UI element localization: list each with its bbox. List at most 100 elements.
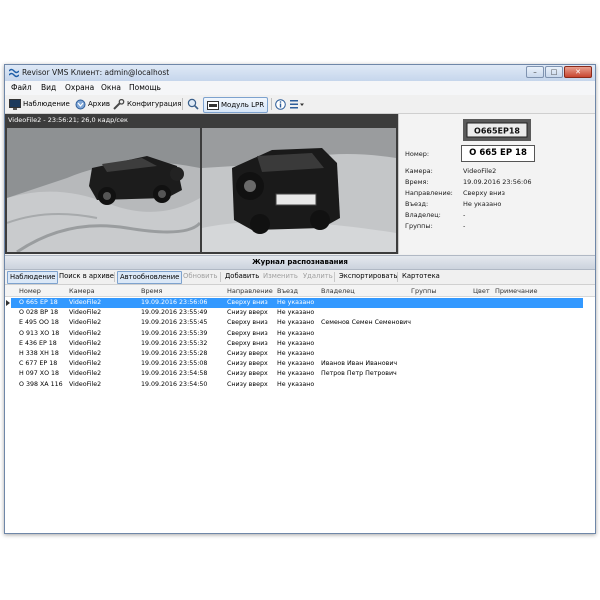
cell-entry: Не указано [277,329,315,337]
journal-toolbar: Наблюдение Поиск в архиве Автообновление… [5,270,595,285]
toolbar-separator [271,98,272,110]
menu-help[interactable]: Помощь [129,83,161,92]
archive-icon [75,99,86,109]
lpr-module-label: Модуль LPR [221,101,265,109]
camera-view-2[interactable] [202,128,396,252]
column-header-owner[interactable]: Владелец [321,287,355,295]
cell-direction: Снизу вверх [227,360,268,368]
table-row[interactable]: О 028 ВР 18 VideoFile2 19.09.2016 23:55:49… [11,308,583,318]
search-button[interactable] [187,97,201,111]
menu-windows[interactable]: Окна [101,83,121,92]
license-plate-icon [207,100,219,110]
table-row[interactable]: О 398 ХА 116 VideoFile2 19.09.2016 23:54:5… [11,380,583,390]
info-label-time: Время: [405,178,429,186]
video-stream-label: VideoFile2 - 23:56:21; 26,0 кадр/сек [8,116,128,124]
info-value-time: 19.09.2016 23:56:06 [463,178,532,186]
add-button[interactable]: Добавить [223,271,261,282]
info-label-groups: Группы: [405,222,433,230]
cell-number: Е 436 ЕР 18 [19,339,57,347]
cell-camera: VideoFile2 [69,339,102,347]
cell-number: О 028 ВР 18 [19,309,59,317]
cell-number: Н 338 ХН 18 [19,350,59,357]
maximize-button[interactable]: □ [545,66,563,78]
menu-view[interactable]: Вид [41,83,56,92]
table-row[interactable]: О 913 ХО 18 VideoFile2 19.09.2016 23:55:39… [11,329,583,339]
info-value-groups: - [463,222,466,230]
journal-toolbar-separator [397,272,398,282]
cell-entry: Не указано [277,299,315,306]
cell-entry: Не указано [277,380,315,388]
table-row[interactable]: С 677 ЕР 18 VideoFile2 19.09.2016 23:55:08… [11,359,583,369]
autoupdate-button[interactable]: Автообновление [117,271,183,284]
journal-monitor-button[interactable]: Наблюдение [7,271,59,284]
cell-entry: Не указано [277,309,315,317]
cell-owner: Иванов Иван Иванович [321,360,398,368]
monitor-button-label: Наблюдение [23,100,70,108]
archive-button-label: Архив [88,100,111,108]
cell-direction: Снизу вверх [227,350,268,357]
info-icon [275,98,286,110]
layout-menu-button[interactable] [290,97,307,111]
config-button-label: Конфигурация [127,100,182,108]
toolbar-separator [182,98,183,110]
cell-time: 19.09.2016 23:55:08 [141,360,208,368]
column-header-entry[interactable]: Въезд [277,287,298,295]
column-header-camera[interactable]: Камера [69,287,95,295]
info-value-entry: Не указано [463,200,502,208]
video-area: VideoFile2 - 23:56:21; 26,0 кадр/сек [5,114,398,254]
info-value-camera: VideoFile2 [463,167,497,175]
monitor-button[interactable]: Наблюдение [9,97,70,111]
cell-direction: Снизу вверх [227,380,268,388]
export-button[interactable]: Экспортировать [337,271,400,282]
main-toolbar: Наблюдение Архив Конфигурация Модуль LPR [5,95,595,114]
cell-direction: Сверху вниз [227,329,268,337]
title-bar[interactable]: Revisor VMS Клиент: admin@localhost – □ … [5,65,595,82]
delete-button[interactable]: Удалить [301,271,335,282]
table-row[interactable]: О 665 ЕР 18 VideoFile2 19.09.2016 23:56:06… [6,298,583,308]
cell-number: О 665 ЕР 18 [19,299,58,306]
archive-button[interactable]: Архив [75,97,110,111]
cell-owner: Семенов Семен Семенович [321,319,411,327]
cell-camera: VideoFile2 [69,350,102,357]
journal-toolbar-separator [220,272,221,282]
cell-direction: Сверху вниз [227,319,268,327]
cell-camera: VideoFile2 [69,360,102,368]
minimize-button[interactable]: – [526,66,544,78]
config-button[interactable]: Конфигурация [113,97,181,111]
menu-file[interactable]: Файл [11,83,32,92]
recognition-journal-table: Номер Камера Время Направление Въезд Вла… [5,285,595,533]
info-button[interactable] [275,97,288,111]
cell-time: 19.09.2016 23:56:06 [141,299,208,306]
cell-direction: Сверху вниз [227,299,268,306]
column-header-groups[interactable]: Группы [411,287,437,295]
table-row[interactable]: Н 097 ХО 18 VideoFile2 19.09.2016 23:54:58… [11,369,583,379]
cell-number: Е 495 ОО 18 [19,319,59,327]
table-row[interactable]: Е 495 ОО 18 VideoFile2 19.09.2016 23:55:45… [11,318,583,328]
journal-archive-search-button[interactable]: Поиск в архиве [57,271,116,282]
menu-security[interactable]: Охрана [65,83,94,92]
plate-snapshot-text: О665ЕР18 [474,127,520,136]
plate-snapshot-image: О665ЕР18 [463,119,531,141]
app-window: Revisor VMS Клиент: admin@localhost – □ … [4,64,596,534]
camera-view-1[interactable] [7,128,200,252]
cell-direction: Снизу вверх [227,309,268,317]
column-header-color[interactable]: Цвет [473,287,490,295]
edit-button[interactable]: Изменить [261,271,300,282]
column-header-direction[interactable]: Направление [227,287,273,295]
column-header-note[interactable]: Примечание [495,287,537,295]
app-logo-icon [9,68,19,78]
journal-title: Журнал распознавания [5,255,595,270]
close-button[interactable]: ✕ [564,66,592,78]
table-row[interactable]: Е 436 ЕР 18 VideoFile2 19.09.2016 23:55:32… [11,339,583,349]
cell-time: 19.09.2016 23:55:39 [141,329,208,337]
info-label-number: Номер: [405,150,430,158]
column-header-time[interactable]: Время [141,287,162,295]
lpr-module-button[interactable]: Модуль LPR [203,97,269,113]
refresh-button[interactable]: Обновить [181,271,220,282]
column-header-number[interactable]: Номер [19,287,41,295]
cell-entry: Не указано [277,370,315,378]
table-row[interactable]: Н 338 ХН 18 VideoFile2 19.09.2016 23:55:28… [11,349,583,359]
card-index-button[interactable]: Картотека [400,271,442,282]
cell-owner: Петров Петр Петрович [321,370,397,378]
recognized-plate-value: О 665 ЕР 18 [461,145,535,162]
